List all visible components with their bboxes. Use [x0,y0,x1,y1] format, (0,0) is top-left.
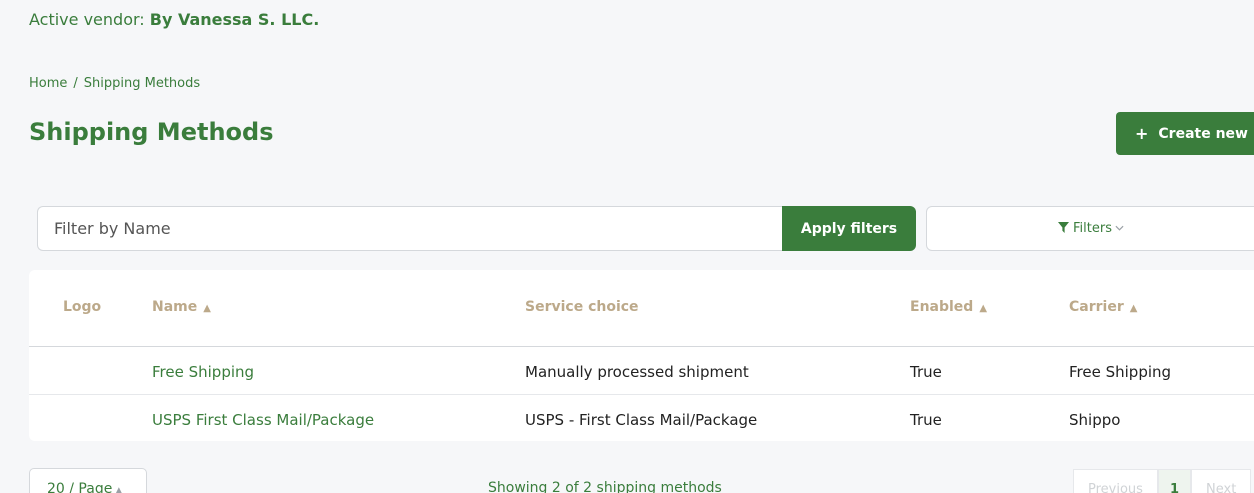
sort-icon: ▲︎ [979,303,988,314]
table-row: Free Shipping Manually processed shipmen… [29,348,1254,395]
plus-icon: + [1135,124,1149,143]
carrier-cell: Free Shipping [1069,363,1172,381]
column-header-logo: Logo [63,299,102,315]
column-header-name-label: Name [152,299,198,315]
vendor-name: By Vanessa S. LLC. [149,10,320,29]
column-header-carrier-label: Carrier [1069,299,1124,315]
funnel-icon [1058,221,1070,236]
table-row: USPS First Class Mail/Package USPS - Fir… [29,396,1254,443]
table-header: Logo Name ▲︎ Service choice Enabled ▲︎ Car… [29,270,1254,347]
active-vendor-label: Active vendor: By Vanessa S. LLC. [29,10,319,29]
service-choice-cell: USPS - First Class Mail/Package [525,411,758,429]
carrier-cell: Shippo [1069,411,1121,429]
sort-icon: ▲︎ [203,303,211,314]
page-size-label: 20 / Page [47,481,113,493]
breadcrumb: Home / Shipping Methods [29,76,200,91]
pagination: Previous 1 Next [1073,469,1252,493]
page-size-select[interactable]: 20 / Page ▲︎ [29,468,147,493]
next-page-button[interactable]: Next [1191,469,1252,493]
column-header-carrier[interactable]: Carrier ▲︎ [1069,299,1137,315]
breadcrumb-separator: / [73,76,78,91]
enabled-cell: True [910,411,942,429]
shipping-methods-table: Logo Name ▲︎ Service choice Enabled ▲︎ Car… [29,270,1254,441]
filter-by-name-input[interactable] [37,206,783,251]
breadcrumb-home[interactable]: Home [29,76,67,91]
apply-filters-button[interactable]: Apply filters [782,206,916,251]
enabled-cell: True [910,363,942,381]
shipping-method-name-link[interactable]: USPS First Class Mail/Package [152,411,374,429]
create-new-button[interactable]: + Create new [1116,112,1254,155]
column-header-enabled[interactable]: Enabled ▲︎ [910,299,987,315]
service-choice-cell: Manually processed shipment [525,363,749,381]
page-title: Shipping Methods [29,118,274,146]
vendor-prefix: Active vendor: [29,10,150,29]
previous-page-button[interactable]: Previous [1073,469,1158,493]
sort-icon: ▲︎ [1129,303,1138,314]
breadcrumb-current: Shipping Methods [83,76,201,91]
filters-label: Filters [1073,221,1112,236]
column-header-name[interactable]: Name ▲︎ [152,299,211,315]
column-header-service: Service choice [525,299,639,315]
column-header-enabled-label: Enabled [910,299,974,315]
filters-dropdown[interactable]: Filters [926,206,1254,251]
page-number-button[interactable]: 1 [1157,469,1191,493]
chevron-up-icon: ▲︎ [115,486,123,493]
create-new-label: Create new [1158,125,1248,142]
shipping-method-name-link[interactable]: Free Shipping [152,363,254,381]
results-count: Showing 2 of 2 shipping methods [488,480,722,493]
chevron-down-icon [1115,223,1124,234]
